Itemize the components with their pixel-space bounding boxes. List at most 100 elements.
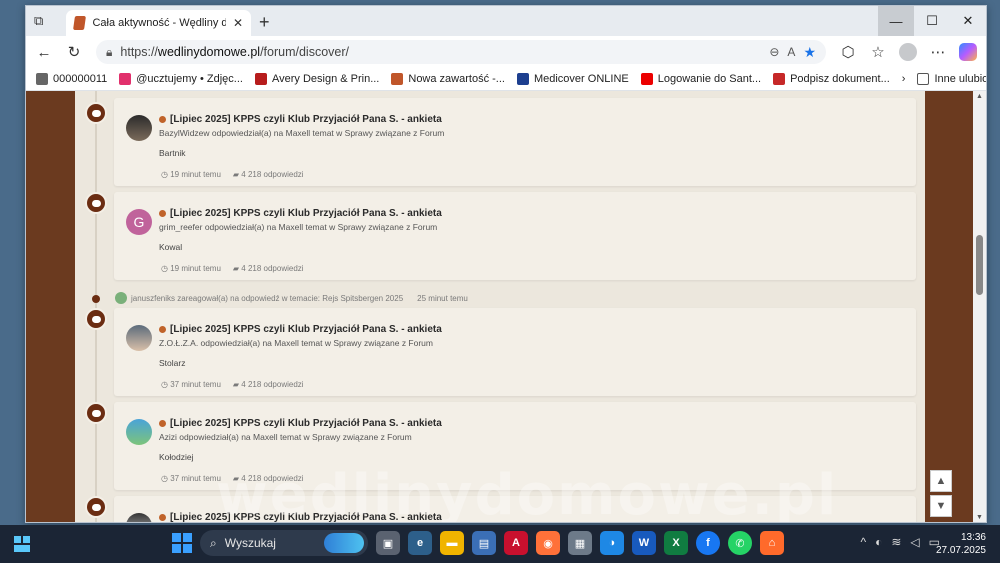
tray-chevron-icon[interactable]: ^	[860, 535, 866, 549]
bookmark-item[interactable]: Medicover ONLINE	[516, 73, 629, 85]
topic-title-link[interactable]: [Lipiec 2025] KPPS czyli Klub Przyjaciół…	[159, 418, 442, 429]
bookmark-label: Podpisz dokument...	[790, 73, 890, 85]
address-bar[interactable]: 🔒︎ https://wedlinydomowe.pl/forum/discov…	[96, 40, 826, 64]
scroll-down-button[interactable]: ▼	[930, 495, 952, 517]
browser-window: ⧉ Cała aktywność - Wędliny domowe ✕ + — …	[25, 5, 987, 523]
clock-time: 13:36	[960, 532, 986, 543]
bookmark-favicon-icon	[640, 73, 653, 85]
taskbar-clock[interactable]: 13:36 27.07.2025	[936, 531, 986, 557]
favorite-star-icon[interactable]: ★	[803, 44, 816, 61]
activity-actor: Azizi odpowiedział(a) na Maxell temat w …	[159, 432, 412, 442]
timeline-dot	[92, 295, 100, 303]
url-prefix: https://	[120, 45, 158, 59]
back-icon[interactable]: ←	[32, 40, 56, 64]
read-aloud-icon[interactable]: A	[787, 45, 795, 59]
copilot-icon[interactable]	[956, 40, 980, 64]
scrollbar-down-icon[interactable]: ▼	[976, 514, 983, 521]
profile-avatar[interactable]	[896, 40, 920, 64]
start-button[interactable]	[172, 533, 192, 553]
post-time[interactable]: ◷ 19 minut temu	[161, 264, 221, 273]
tab-active[interactable]: Cała aktywność - Wędliny domowe ✕	[66, 10, 251, 36]
avatar[interactable]	[126, 419, 152, 445]
mini-activity-time: 25 minut temu	[417, 293, 468, 303]
scrollbar-up-icon[interactable]: ▲	[976, 93, 983, 100]
volume-icon[interactable]: ◁	[910, 535, 919, 549]
topic-title: [Lipiec 2025] KPPS czyli Klub Przyjaciół…	[170, 114, 442, 125]
system-tray: ^ ◐ ≋ ◁ ▭	[860, 535, 940, 549]
topic-title-link[interactable]: [Lipiec 2025] KPPS czyli Klub Przyjaciół…	[159, 208, 442, 219]
avatar-letter: G	[133, 214, 145, 230]
bookmark-label: Logowanie do Sant...	[657, 73, 762, 85]
maximize-button[interactable]: ☐	[914, 6, 950, 36]
shop-app-icon[interactable]: ⌂	[760, 531, 784, 555]
file-explorer-icon[interactable]: ▬	[440, 531, 464, 555]
app-icon-9[interactable]: ◑	[600, 531, 624, 555]
avatar[interactable]	[126, 513, 152, 522]
widgets-icon[interactable]	[14, 536, 30, 552]
lock-icon[interactable]: 🔒︎	[106, 45, 112, 60]
minimize-button[interactable]: —	[878, 6, 914, 36]
bookmark-favicon-icon	[119, 73, 132, 85]
scrollbar-thumb[interactable]	[976, 235, 983, 295]
scroll-up-button[interactable]: ▲	[930, 470, 952, 492]
bookmark-item[interactable]: Logowanie do Sant...	[640, 73, 762, 85]
more-menu-icon[interactable]: ⋯	[926, 40, 950, 64]
clock-icon: ◷	[161, 380, 171, 389]
reaction-icon	[115, 292, 127, 304]
bookmark-item[interactable]: 000000011	[36, 73, 107, 85]
bookmark-item[interactable]: Podpisz dokument...	[773, 73, 890, 85]
word-icon[interactable]: W	[632, 531, 656, 555]
wifi-icon[interactable]: ≋	[891, 535, 901, 549]
favorites-icon[interactable]: ☆	[866, 40, 890, 64]
post-body: Bartnik	[159, 148, 186, 158]
whatsapp-icon[interactable]: ✆	[728, 531, 752, 555]
tab-close-icon[interactable]: ✕	[233, 16, 243, 30]
bookmark-item[interactable]: @ucztujemy • Zdjęc...	[119, 73, 243, 85]
scroll-buttons: ▲ ▼	[930, 470, 952, 517]
bookmark-item[interactable]: Nowa zawartość -...	[391, 73, 505, 85]
task-view-icon[interactable]: ▣	[376, 531, 400, 555]
post-body: Kołodziej	[159, 452, 194, 462]
url-text[interactable]: https://wedlinydomowe.pl/forum/discover/	[120, 45, 761, 59]
bookmarks-overflow-icon[interactable]: ›	[902, 73, 906, 85]
app-icon-5[interactable]: ▤	[472, 531, 496, 555]
search-highlight-image	[324, 533, 364, 553]
topic-title-link[interactable]: [Lipiec 2025] KPPS czyli Klub Przyjaciół…	[159, 114, 442, 125]
activity-actor: grim_reefer odpowiedział(a) na Maxell te…	[159, 222, 438, 232]
search-label: Wyszukaj	[224, 536, 276, 550]
tab-actions-icon[interactable]: ⧉	[34, 13, 52, 29]
avatar[interactable]	[126, 325, 152, 351]
comment-marker-icon	[85, 192, 107, 214]
post-body: Kowal	[159, 242, 183, 252]
avatar[interactable]: G	[126, 209, 152, 235]
bookmark-item[interactable]: Avery Design & Prin...	[254, 73, 379, 85]
post-time[interactable]: ◷ 37 minut temu	[161, 380, 221, 389]
post-time-label: 37 minut temu	[170, 380, 221, 389]
refresh-icon[interactable]: ↻	[62, 40, 86, 64]
firefox-icon[interactable]: ◉	[536, 531, 560, 555]
topic-title-link[interactable]: [Lipiec 2025] KPPS czyli Klub Przyjaciół…	[159, 324, 442, 335]
reply-count-label: 4 218 odpowiedzi	[241, 170, 304, 179]
avatar[interactable]	[126, 115, 152, 141]
mini-activity-text[interactable]: januszfeniks zareagował(a) na odpowiedź …	[131, 294, 403, 303]
url-domain: wedlinydomowe.pl	[157, 45, 261, 59]
post-time[interactable]: ◷ 19 minut temu	[161, 170, 221, 179]
facebook-icon[interactable]: f	[696, 531, 720, 555]
taskbar-search[interactable]: ⌕ Wyszukaj	[200, 530, 368, 556]
other-favorites[interactable]: Inne ulubione	[917, 73, 986, 85]
post-time[interactable]: ◷ 37 minut temu	[161, 474, 221, 483]
calculator-icon[interactable]: ▦	[568, 531, 592, 555]
tray-app-icon[interactable]: ◐	[875, 535, 882, 549]
acrobat-icon[interactable]: A	[504, 531, 528, 555]
bookmark-label: Medicover ONLINE	[533, 73, 629, 85]
clock-date: 27.07.2025	[935, 545, 986, 556]
close-window-button[interactable]: ✕	[950, 6, 986, 36]
zoom-icon[interactable]: ⊖	[769, 45, 779, 59]
extensions-icon[interactable]: ⬡	[836, 40, 860, 64]
comment-marker-icon	[85, 402, 107, 424]
edge-app-icon[interactable]: e	[408, 531, 432, 555]
page-scrollbar[interactable]: ▲ ▼	[973, 91, 986, 522]
new-tab-button[interactable]: +	[259, 12, 270, 33]
excel-icon[interactable]: X	[664, 531, 688, 555]
bookmark-favicon-icon	[36, 73, 48, 85]
